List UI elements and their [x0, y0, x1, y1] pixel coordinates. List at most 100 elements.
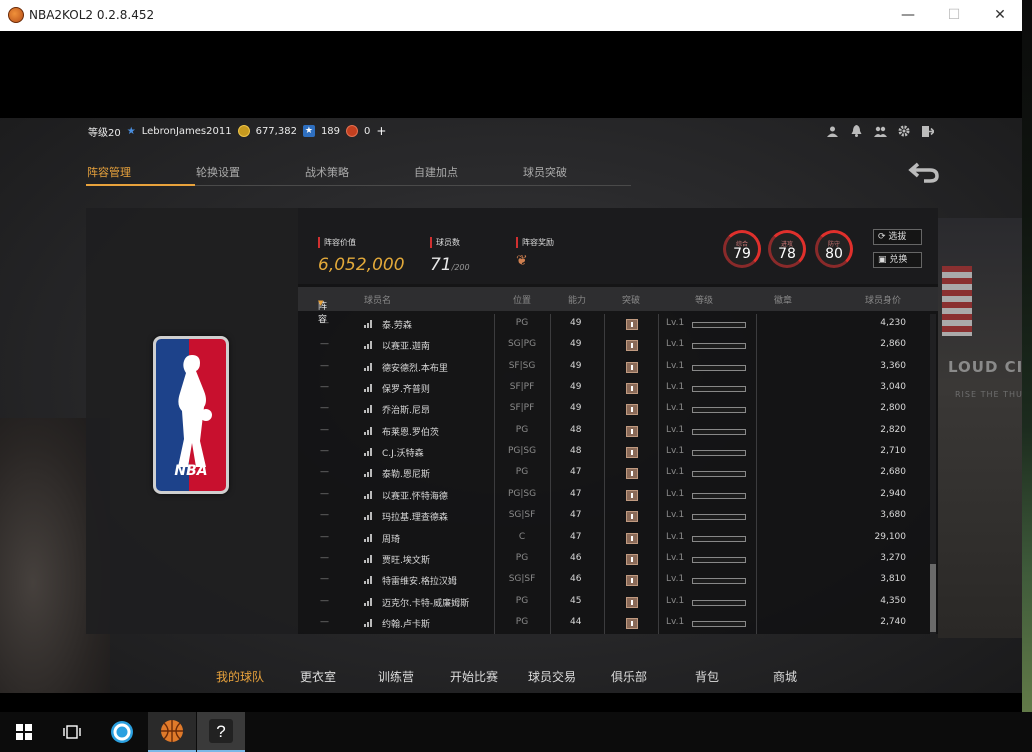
nav-store[interactable]: 商城 [773, 668, 797, 685]
table-row[interactable]: — 贾旺.埃文斯 PG 46 Lv.1 3,270 [298, 549, 930, 570]
player-name: 布莱恩.罗伯茨 [382, 427, 439, 438]
roster-tabs: 阵容管理 轮换设置 战术策略 自建加点 球员突破 [86, 164, 631, 186]
nav-club[interactable]: 俱乐部 [611, 668, 647, 685]
recharge-button[interactable]: + [376, 124, 386, 138]
help-taskbar-button[interactable]: ? [197, 712, 245, 752]
header-breakthrough[interactable]: 突破 [622, 293, 640, 306]
table-row[interactable]: — 周琦 C 47 Lv.1 29,100 [298, 528, 930, 549]
position-text: PG|SG [507, 488, 537, 499]
profile-icon[interactable] [820, 124, 844, 138]
exit-icon[interactable] [916, 124, 940, 138]
tab-custom-points[interactable]: 自建加点 [413, 164, 522, 186]
breakthrough-icon[interactable] [626, 532, 638, 544]
header-price[interactable]: 球员身价 [865, 293, 901, 306]
breakthrough-icon[interactable] [626, 361, 638, 373]
breakthrough-icon[interactable] [626, 553, 638, 565]
breakthrough-icon[interactable] [626, 383, 638, 395]
table-row[interactable]: — 约翰.卢卡斯 PG 44 Lv.1 2,740 [298, 613, 930, 634]
level-progress-bar [692, 514, 746, 521]
signal-icon [364, 618, 373, 627]
breakthrough-icon[interactable] [626, 596, 638, 608]
close-button[interactable]: ✕ [990, 5, 1010, 25]
overall-rating: 综合 79 [723, 230, 761, 268]
letterbox-top [0, 31, 1022, 118]
position-cell: PG [494, 553, 550, 563]
tab-lineup[interactable]: 阵容管理 [86, 164, 195, 186]
table-row[interactable]: — 以赛亚.怀特海德 PG|SG 47 Lv.1 2,940 [298, 485, 930, 506]
defense-rating: 防守 80 [815, 230, 853, 268]
breakthrough-icon[interactable] [626, 468, 638, 480]
table-row[interactable]: — 特雷维安.格拉汉姆 SG|SF 46 Lv.1 3,810 [298, 570, 930, 591]
back-arrow-icon[interactable] [908, 160, 940, 184]
signal-icon [364, 533, 373, 542]
level-cell: Lv.1 [666, 488, 685, 499]
price-cell: 29,100 [874, 531, 907, 542]
level-cell: Lv.1 [666, 446, 685, 457]
position-text: PG [515, 467, 529, 478]
table-row[interactable]: — 泰.劳森 PG 49 Lv.1 4,230 [298, 314, 930, 335]
select-button[interactable]: ⟳ 选拔 [873, 229, 922, 245]
signal-icon [364, 320, 373, 328]
level-progress-bar [692, 492, 746, 499]
position-text: SF|PF [509, 403, 535, 414]
table-row[interactable]: — 布莱恩.罗伯茨 PG 48 Lv.1 2,820 [298, 421, 930, 442]
header-ability[interactable]: 能力 [568, 293, 586, 306]
breakthrough-icon[interactable] [626, 511, 638, 523]
table-row[interactable]: — 德安德烈.本布里 SF|SG 49 Lv.1 3,360 [298, 357, 930, 378]
task-view-button[interactable] [48, 712, 96, 752]
exchange-button[interactable]: ▣ 兑换 [873, 252, 922, 268]
breakthrough-icon[interactable] [626, 447, 638, 459]
nav-player-trade[interactable]: 球员交易 [528, 668, 576, 685]
maximize-button[interactable]: ☐ [944, 5, 964, 25]
bell-icon[interactable] [844, 124, 868, 138]
position-cell: SG|PG [494, 339, 550, 349]
star-count: 189 [320, 125, 341, 137]
start-button[interactable] [0, 712, 48, 752]
header-badge[interactable]: 徽章 [774, 293, 792, 306]
table-row[interactable]: — C.J.沃特森 PG|SG 48 Lv.1 2,710 [298, 442, 930, 463]
minimize-button[interactable]: — [898, 5, 918, 25]
nav-backpack[interactable]: 背包 [695, 668, 719, 685]
nav-locker-room[interactable]: 更衣室 [300, 668, 336, 685]
nav-my-team[interactable]: 我的球队 [216, 668, 264, 685]
player-name: 迈克尔.卡特-威廉姆斯 [382, 598, 470, 609]
level-progress-bar [692, 450, 746, 457]
username: LebronJames2011 [141, 125, 232, 137]
price-cell: 3,040 [880, 382, 906, 393]
browser-taskbar-button[interactable] [98, 712, 146, 752]
lineup-cell: — [320, 339, 329, 350]
lineup-cell: — [320, 424, 329, 435]
position-cell: PG|SG [494, 446, 550, 456]
breakthrough-icon[interactable] [626, 404, 638, 416]
header-level[interactable]: 等级 [695, 293, 713, 306]
friends-icon[interactable] [868, 124, 892, 138]
tab-tactics[interactable]: 战术策略 [304, 164, 413, 186]
table-row[interactable]: — 乔治斯.尼昂 SF|PF 49 Lv.1 2,800 [298, 399, 930, 420]
breakthrough-icon[interactable] [626, 425, 638, 437]
table-row[interactable]: — 玛拉基.理查德森 SG|SF 47 Lv.1 3,680 [298, 506, 930, 527]
header-position[interactable]: 位置 [513, 293, 531, 306]
table-row[interactable]: — 泰勒.恩尼斯 PG 47 Lv.1 2,680 [298, 463, 930, 484]
breakthrough-icon[interactable] [626, 340, 638, 352]
lineup-value-label: 阵容价值 [318, 237, 356, 248]
nav-training-camp[interactable]: 训练营 [378, 668, 414, 685]
tab-breakthrough[interactable]: 球员突破 [522, 164, 631, 186]
scrollbar-thumb[interactable] [930, 564, 936, 632]
position-text: C [518, 531, 526, 542]
table-row[interactable]: — 迈克尔.卡特-威廉姆斯 PG 45 Lv.1 4,350 [298, 592, 930, 613]
nav-start-game[interactable]: 开始比赛 [450, 668, 498, 685]
table-row[interactable]: — 保罗.齐普则 SF|PF 49 Lv.1 3,040 [298, 378, 930, 399]
breakthrough-icon[interactable] [626, 489, 638, 501]
reward-icon[interactable]: ❦ [516, 253, 554, 269]
breakthrough-icon[interactable] [626, 575, 638, 587]
nba2kol-taskbar-button[interactable] [148, 712, 196, 752]
tab-rotation[interactable]: 轮换设置 [195, 164, 304, 186]
breakthrough-icon[interactable] [626, 319, 638, 330]
table-row[interactable]: — 以赛亚.迦南 SG|PG 49 Lv.1 2,860 [298, 335, 930, 356]
signal-icon [364, 405, 373, 414]
gear-icon[interactable] [892, 124, 916, 138]
breakthrough-icon[interactable] [626, 617, 638, 629]
table-scrollbar[interactable] [930, 314, 936, 634]
header-name[interactable]: 球员名 [364, 293, 391, 306]
nba-logo: NBA [153, 336, 229, 494]
